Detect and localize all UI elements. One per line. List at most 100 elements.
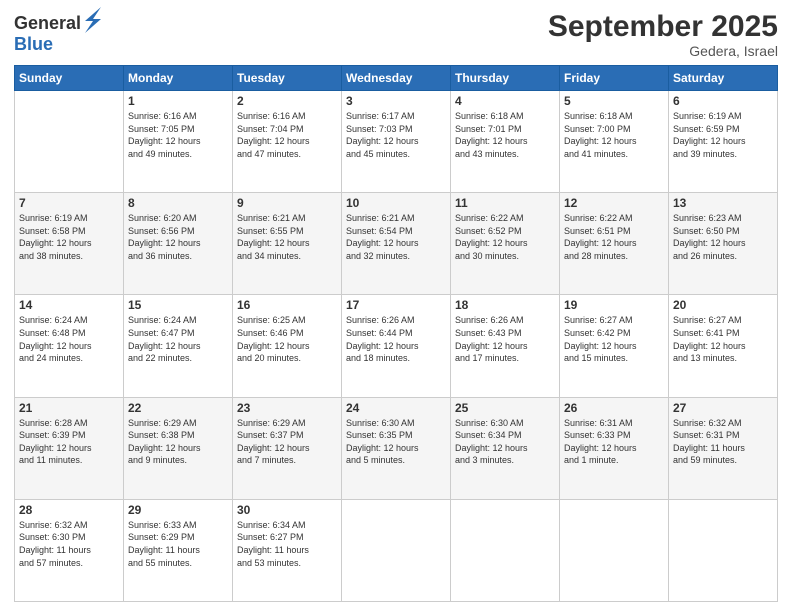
day-number: 28 [19,503,119,517]
calendar-cell [342,499,451,601]
calendar-cell: 23Sunrise: 6:29 AMSunset: 6:37 PMDayligh… [233,397,342,499]
day-info: Sunrise: 6:26 AMSunset: 6:44 PMDaylight:… [346,314,446,364]
calendar-cell: 28 Sunrise: 6:32 AMSunset: 6:30 PMDayligh… [15,499,124,601]
day-number: 9 [237,196,337,210]
day-info: Sunrise: 6:23 AMSunset: 6:50 PMDaylight:… [673,212,773,262]
calendar-cell: 8 Sunrise: 6:20 AMSunset: 6:56 PMDaylight… [124,193,233,295]
day-info: Sunrise: 6:28 AMSunset: 6:39 PMDaylight:… [19,417,119,467]
day-info: Sunrise: 6:18 AMSunset: 7:00 PMDaylight:… [564,110,664,160]
calendar-cell: 29Sunrise: 6:33 AMSunset: 6:29 PMDayligh… [124,499,233,601]
calendar-cell [15,91,124,193]
day-number: 18 [455,298,555,312]
day-info: Sunrise: 6:32 AMSunset: 6:30 PMDaylight:… [19,519,119,569]
calendar-cell: 1 Sunrise: 6:16 AMSunset: 7:05 PMDaylight… [124,91,233,193]
day-number: 12 [564,196,664,210]
header: General Blue September 2025 Gedera, Isra… [14,10,778,59]
day-info: Sunrise: 6:30 AMSunset: 6:34 PMDaylight:… [455,417,555,467]
day-info: Sunrise: 6:16 AMSunset: 7:04 PMDaylight:… [237,110,337,160]
calendar-cell: 11 Sunrise: 6:22 AMSunset: 6:52 PMDayligh… [451,193,560,295]
day-info: Sunrise: 6:20 AMSunset: 6:56 PMDaylight:… [128,212,228,262]
calendar-cell: 20 Sunrise: 6:27 AMSunset: 6:41 PMDayligh… [669,295,778,397]
day-number: 29 [128,503,228,517]
calendar-cell: 9 Sunrise: 6:21 AMSunset: 6:55 PMDaylight… [233,193,342,295]
day-info: Sunrise: 6:32 AMSunset: 6:31 PMDaylight:… [673,417,773,467]
calendar-cell: 27 Sunrise: 6:32 AMSunset: 6:31 PMDayligh… [669,397,778,499]
calendar-header-sunday: Sunday [15,66,124,91]
calendar-week-row-1: 1 Sunrise: 6:16 AMSunset: 7:05 PMDaylight… [15,91,778,193]
calendar-week-row-5: 28 Sunrise: 6:32 AMSunset: 6:30 PMDayligh… [15,499,778,601]
day-number: 14 [19,298,119,312]
day-info: Sunrise: 6:19 AMSunset: 6:58 PMDaylight:… [19,212,119,262]
calendar-cell: 24 Sunrise: 6:30 AMSunset: 6:35 PMDayligh… [342,397,451,499]
title-block: September 2025 Gedera, Israel [548,10,778,59]
calendar-cell: 5Sunrise: 6:18 AMSunset: 7:00 PMDaylight… [560,91,669,193]
page: General Blue September 2025 Gedera, Isra… [0,0,792,612]
day-number: 20 [673,298,773,312]
logo: General Blue [14,10,103,53]
calendar-header-row: SundayMondayTuesdayWednesdayThursdayFrid… [15,66,778,91]
day-number: 24 [346,401,446,415]
calendar-cell: 13 Sunrise: 6:23 AMSunset: 6:50 PMDayligh… [669,193,778,295]
calendar-cell: 30Sunrise: 6:34 AMSunset: 6:27 PMDayligh… [233,499,342,601]
day-number: 8 [128,196,228,210]
calendar-cell: 15 Sunrise: 6:24 AMSunset: 6:47 PMDayligh… [124,295,233,397]
day-info: Sunrise: 6:34 AMSunset: 6:27 PMDaylight:… [237,519,337,569]
day-info: Sunrise: 6:29 AMSunset: 6:38 PMDaylight:… [128,417,228,467]
calendar-cell [669,499,778,601]
day-info: Sunrise: 6:19 AMSunset: 6:59 PMDaylight:… [673,110,773,160]
day-info: Sunrise: 6:17 AMSunset: 7:03 PMDaylight:… [346,110,446,160]
calendar-cell: 21Sunrise: 6:28 AMSunset: 6:39 PMDayligh… [15,397,124,499]
calendar-cell: 6Sunrise: 6:19 AMSunset: 6:59 PMDaylight… [669,91,778,193]
day-number: 23 [237,401,337,415]
logo-general: General [14,14,81,32]
logo-blue: Blue [14,35,103,53]
calendar-cell: 10 Sunrise: 6:21 AMSunset: 6:54 PMDayligh… [342,193,451,295]
logo-icon [83,5,103,35]
day-info: Sunrise: 6:24 AMSunset: 6:48 PMDaylight:… [19,314,119,364]
calendar-cell: 3 Sunrise: 6:17 AMSunset: 7:03 PMDaylight… [342,91,451,193]
day-number: 4 [455,94,555,108]
calendar-header-tuesday: Tuesday [233,66,342,91]
day-info: Sunrise: 6:26 AMSunset: 6:43 PMDaylight:… [455,314,555,364]
calendar-cell: 12 Sunrise: 6:22 AMSunset: 6:51 PMDayligh… [560,193,669,295]
location: Gedera, Israel [548,43,778,59]
calendar-cell: 19Sunrise: 6:27 AMSunset: 6:42 PMDayligh… [560,295,669,397]
calendar-week-row-2: 7Sunrise: 6:19 AMSunset: 6:58 PMDaylight… [15,193,778,295]
day-info: Sunrise: 6:16 AMSunset: 7:05 PMDaylight:… [128,110,228,160]
day-number: 25 [455,401,555,415]
day-number: 10 [346,196,446,210]
calendar-cell: 25 Sunrise: 6:30 AMSunset: 6:34 PMDayligh… [451,397,560,499]
day-number: 26 [564,401,664,415]
day-number: 15 [128,298,228,312]
calendar-cell: 16 Sunrise: 6:25 AMSunset: 6:46 PMDayligh… [233,295,342,397]
calendar-header-monday: Monday [124,66,233,91]
day-number: 13 [673,196,773,210]
day-info: Sunrise: 6:18 AMSunset: 7:01 PMDaylight:… [455,110,555,160]
calendar-header-wednesday: Wednesday [342,66,451,91]
day-number: 27 [673,401,773,415]
day-number: 2 [237,94,337,108]
calendar-cell: 18 Sunrise: 6:26 AMSunset: 6:43 PMDayligh… [451,295,560,397]
day-info: Sunrise: 6:21 AMSunset: 6:55 PMDaylight:… [237,212,337,262]
day-info: Sunrise: 6:24 AMSunset: 6:47 PMDaylight:… [128,314,228,364]
day-number: 3 [346,94,446,108]
day-number: 11 [455,196,555,210]
calendar-cell: 14 Sunrise: 6:24 AMSunset: 6:48 PMDayligh… [15,295,124,397]
day-number: 16 [237,298,337,312]
day-info: Sunrise: 6:22 AMSunset: 6:51 PMDaylight:… [564,212,664,262]
day-number: 17 [346,298,446,312]
day-info: Sunrise: 6:25 AMSunset: 6:46 PMDaylight:… [237,314,337,364]
day-info: Sunrise: 6:27 AMSunset: 6:41 PMDaylight:… [673,314,773,364]
calendar-cell: 26 Sunrise: 6:31 AMSunset: 6:33 PMDayligh… [560,397,669,499]
day-info: Sunrise: 6:30 AMSunset: 6:35 PMDaylight:… [346,417,446,467]
calendar-week-row-4: 21Sunrise: 6:28 AMSunset: 6:39 PMDayligh… [15,397,778,499]
calendar-cell [560,499,669,601]
day-info: Sunrise: 6:21 AMSunset: 6:54 PMDaylight:… [346,212,446,262]
day-info: Sunrise: 6:27 AMSunset: 6:42 PMDaylight:… [564,314,664,364]
calendar-table: SundayMondayTuesdayWednesdayThursdayFrid… [14,65,778,602]
month-title: September 2025 [548,10,778,43]
day-info: Sunrise: 6:31 AMSunset: 6:33 PMDaylight:… [564,417,664,467]
day-number: 1 [128,94,228,108]
day-number: 22 [128,401,228,415]
day-info: Sunrise: 6:22 AMSunset: 6:52 PMDaylight:… [455,212,555,262]
